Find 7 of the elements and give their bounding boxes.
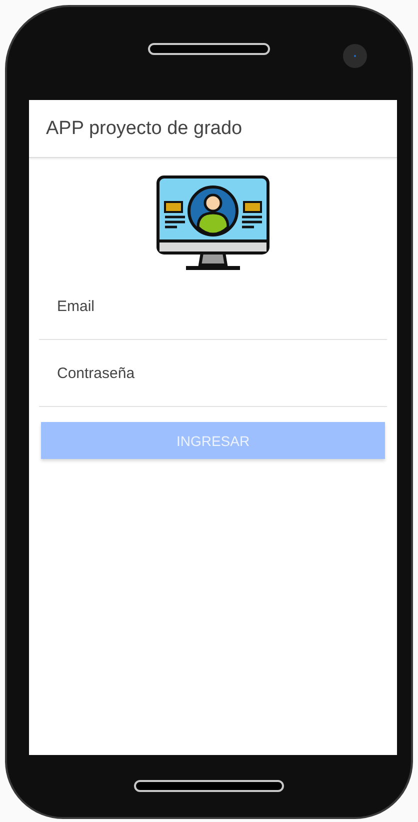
home-bar-icon — [134, 780, 284, 792]
monitor-user-icon — [156, 175, 270, 273]
app-title: APP proyecto de grado — [46, 118, 242, 140]
password-field[interactable]: Contraseña — [39, 340, 387, 407]
email-field[interactable]: Email — [39, 273, 387, 340]
camera-icon — [343, 44, 367, 68]
speaker-icon — [148, 43, 270, 55]
